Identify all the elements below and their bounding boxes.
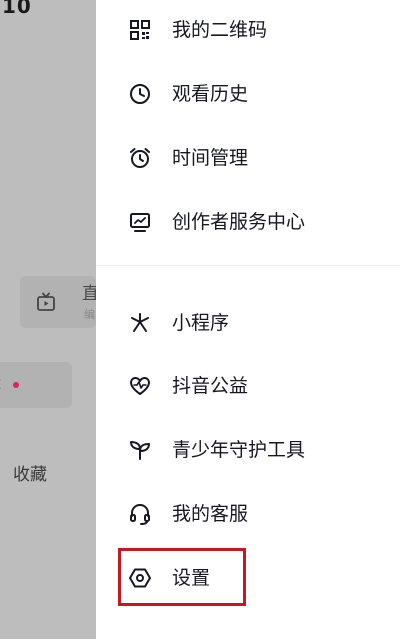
side-drawer-menu: 我的二维码 观看历史 时间管理 创作者服务中心 小程序 抖音公益 青少年守护工具… [96,0,400,639]
menu-item-label: 抖音公益 [172,375,249,397]
favorites-tab: 收藏 [13,465,47,485]
menu-item-creator-center[interactable]: 创作者服务中心 [96,194,400,250]
menu-item-customer-service[interactable]: 我的客服 [96,486,400,542]
tv-icon [36,292,56,312]
menu-item-label: 观看历史 [172,83,249,105]
qr-code-icon [128,18,152,42]
menu-item-label: 青少年守护工具 [172,439,306,461]
alarm-clock-icon [128,146,152,170]
menu-item-mini-programs[interactable]: 小程序 [96,295,400,351]
headset-icon [128,502,152,526]
status-bar-time: 10 [2,0,32,18]
menu-item-douyin-charity[interactable]: 抖音公益 [96,358,400,414]
settings-hexagon-icon [128,566,152,590]
monitor-chart-icon [128,210,152,234]
notification-row-label: t [0,374,1,394]
menu-divider [96,265,400,266]
menu-item-label: 我的客服 [172,503,249,525]
menu-item-watch-history[interactable]: 观看历史 [96,66,400,122]
live-card-subtitle: 编 [84,308,95,321]
sprout-icon [128,438,152,462]
live-card: 直 编 [20,276,99,328]
menu-item-teen-guardian[interactable]: 青少年守护工具 [96,422,400,478]
menu-item-label: 时间管理 [172,147,249,169]
menu-item-settings[interactable]: 设置 [96,550,400,606]
mini-program-icon [128,311,152,335]
notification-row: t [0,362,72,408]
unread-dot [13,382,19,388]
menu-item-label: 小程序 [172,312,230,334]
menu-item-label: 设置 [172,567,211,589]
menu-item-time-management[interactable]: 时间管理 [96,130,400,186]
menu-item-label: 我的二维码 [172,19,268,41]
clock-icon [128,82,152,106]
dimmed-profile-background[interactable]: 10 直 编 t 收藏 [0,0,99,639]
menu-item-my-qr-code[interactable]: 我的二维码 [96,2,400,58]
heart-pulse-icon [128,374,152,398]
menu-item-label: 创作者服务中心 [172,211,306,233]
